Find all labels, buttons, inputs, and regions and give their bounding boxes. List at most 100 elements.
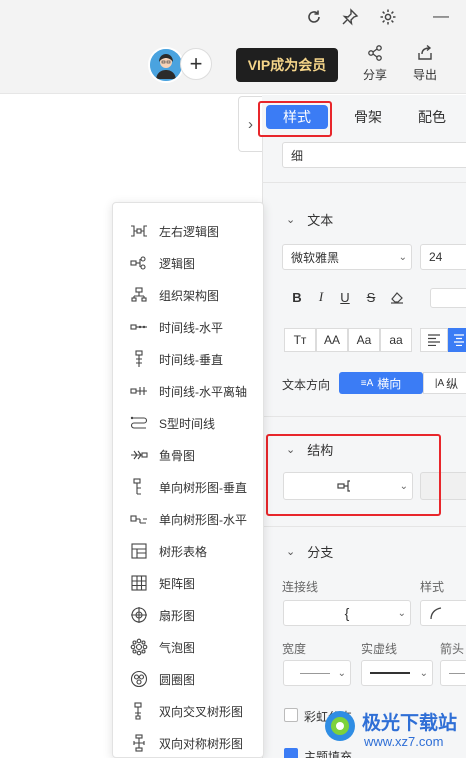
divider — [262, 182, 466, 183]
chevron-down-icon: ⌄ — [286, 546, 296, 558]
menu-item-fishbone[interactable]: 鱼骨图 — [113, 439, 263, 471]
chevron-down-icon: ⌄ — [337, 667, 346, 679]
menu-item-bubble[interactable]: 气泡图 — [113, 631, 263, 663]
font-family-select[interactable]: 微软雅黑 ⌄ — [282, 244, 412, 270]
timeline-offaxis-icon — [129, 381, 149, 401]
divider — [262, 526, 466, 527]
menu-item-tree-table[interactable]: 树形表格 — [113, 535, 263, 567]
menu-item-logic[interactable]: 逻辑图 — [113, 247, 263, 279]
menu-item-label: 逻辑图 — [159, 256, 196, 271]
highlight-box-style-tab — [258, 101, 332, 137]
structure-menu: 左右逻辑图 逻辑图 组织架构图 时间线-水平 时间线-垂直 时间线-水平离轴 S… — [112, 202, 264, 758]
gear-icon[interactable] — [375, 4, 401, 30]
tab-color-scheme[interactable]: 配色 — [412, 105, 452, 129]
text-section-title: 文本 — [307, 213, 334, 228]
menu-item-label: 单向树形图-垂直 — [159, 480, 247, 495]
menu-item-symmetric-tree[interactable]: 双向对称树形图 — [113, 727, 263, 758]
menu-item-fan[interactable]: 扇形图 — [113, 599, 263, 631]
font-family-value: 微软雅黑 — [291, 250, 340, 265]
s-timeline-icon — [129, 413, 149, 433]
clear-format-icon[interactable] — [386, 286, 408, 308]
menu-item-label: 鱼骨图 — [159, 448, 196, 463]
share-label: 分享 — [362, 68, 387, 82]
bold-button[interactable]: B — [286, 286, 308, 308]
text-color-field[interactable] — [430, 288, 466, 308]
avatar[interactable] — [148, 47, 184, 83]
menu-item-label: 单向树形图-水平 — [159, 512, 247, 527]
menu-item-timeline-vertical[interactable]: 时间线-垂直 — [113, 343, 263, 375]
text-section-header[interactable]: ⌄ 文本 — [286, 210, 333, 229]
curve-icon — [430, 607, 442, 620]
menu-item-tree-vertical[interactable]: 单向树形图-垂直 — [113, 471, 263, 503]
chevron-down-icon: ⌄ — [419, 667, 428, 679]
refresh-icon[interactable] — [301, 4, 327, 30]
menu-item-timeline-horizontal[interactable]: 时间线-水平 — [113, 311, 263, 343]
case-capitalize-button[interactable]: Aa — [348, 328, 380, 352]
direction-horizontal-button[interactable]: ≡A 横向 — [339, 372, 423, 394]
align-left-button[interactable] — [420, 328, 448, 352]
cross-tree-icon — [129, 701, 149, 721]
connector-icon: { — [344, 605, 350, 621]
fan-icon — [129, 605, 149, 625]
branch-style-select[interactable] — [420, 600, 466, 626]
menu-item-circle[interactable]: 圆圈图 — [113, 663, 263, 695]
solid-dash-label: 实虚线 — [361, 642, 398, 656]
theme-fill-checkbox[interactable] — [284, 748, 298, 758]
font-size-select[interactable]: 24 — [420, 244, 466, 270]
share-button[interactable]: 分享 — [355, 44, 395, 90]
symmetric-tree-icon — [129, 733, 149, 753]
menu-item-timeline-offaxis[interactable]: 时间线-水平离轴 — [113, 375, 263, 407]
case-title-button[interactable]: Tт — [284, 328, 316, 352]
italic-button[interactable]: I — [310, 286, 332, 308]
solid-line-icon — [370, 672, 410, 674]
menu-item-cross-tree[interactable]: 双向交叉树形图 — [113, 695, 263, 727]
menu-item-tree-horizontal[interactable]: 单向树形图-水平 — [113, 503, 263, 535]
direction-horizontal-label: 横向 — [377, 376, 402, 391]
arrow-select[interactable] — [440, 660, 466, 686]
menu-item-label: 树形表格 — [159, 544, 208, 559]
tree-horizontal-icon — [129, 509, 149, 529]
vertical-text-icon: |A — [434, 377, 445, 389]
timeline-horizontal-icon — [129, 317, 149, 337]
add-collaborator-button[interactable]: + — [180, 48, 212, 80]
connector-select[interactable]: { ⌄ — [283, 600, 411, 626]
menu-item-label: 时间线-水平离轴 — [159, 384, 247, 399]
vip-button[interactable]: VIP成为会员 — [236, 48, 338, 82]
tree-table-icon — [129, 541, 149, 561]
rainbow-branch-checkbox[interactable] — [284, 708, 298, 722]
line-weight-select[interactable]: 细 — [282, 142, 466, 168]
divider — [262, 416, 466, 417]
minimize-button[interactable]: — — [428, 4, 454, 30]
line-width-icon — [300, 672, 330, 674]
line-dash-select[interactable]: ⌄ — [361, 660, 433, 686]
toolbar — [0, 34, 466, 94]
tree-vertical-icon — [129, 477, 149, 497]
line-icon — [449, 672, 465, 674]
menu-item-s-timeline[interactable]: S型时间线 — [113, 407, 263, 439]
matrix-icon — [129, 573, 149, 593]
menu-item-left-right-logic[interactable]: 左右逻辑图 — [113, 215, 263, 247]
align-left-icon — [428, 334, 440, 346]
export-button[interactable]: 导出 — [405, 44, 445, 90]
menu-item-matrix[interactable]: 矩阵图 — [113, 567, 263, 599]
arrow-label: 箭头 — [440, 642, 465, 656]
underline-button[interactable]: U — [334, 286, 356, 308]
direction-vertical-button[interactable]: |A 纵 — [423, 372, 466, 394]
org-chart-icon — [129, 285, 149, 305]
line-width-select[interactable]: ⌄ — [283, 660, 351, 686]
case-upper-button[interactable]: AA — [316, 328, 348, 352]
highlight-box-structure — [266, 434, 441, 516]
chevron-down-icon: ⌄ — [398, 251, 407, 263]
tab-skeleton[interactable]: 骨架 — [348, 105, 388, 129]
case-lower-button[interactable]: aa — [380, 328, 412, 352]
pin-icon[interactable] — [337, 4, 363, 30]
strikethrough-button[interactable]: S — [360, 286, 382, 308]
branch-section-header[interactable]: ⌄ 分支 — [286, 542, 333, 561]
menu-item-label: 时间线-水平 — [159, 320, 223, 335]
share-icon — [368, 45, 382, 61]
chevron-down-icon: ⌄ — [286, 214, 296, 226]
align-center-button[interactable] — [448, 328, 466, 352]
menu-item-org-chart[interactable]: 组织架构图 — [113, 279, 263, 311]
bubble-icon — [129, 637, 149, 657]
branch-section-title: 分支 — [307, 545, 334, 560]
